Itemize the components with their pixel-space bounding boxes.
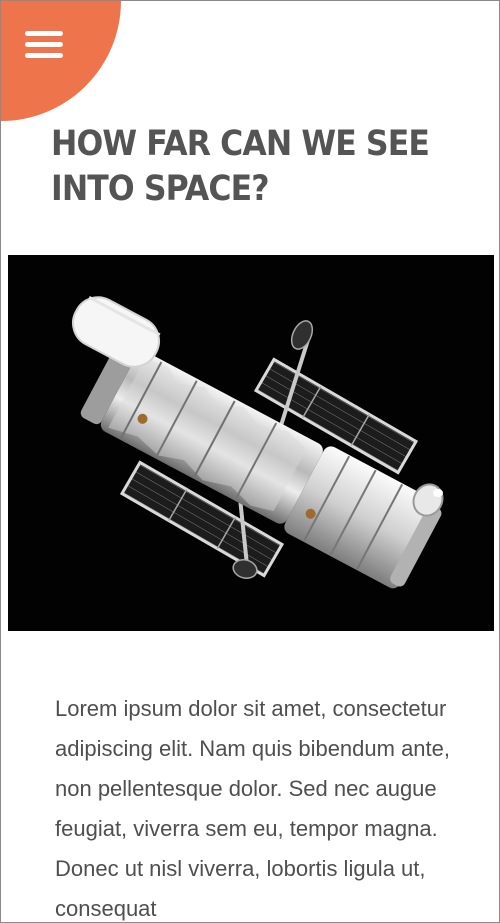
page-title: HOW FAR CAN WE SEE INTO SPACE? bbox=[51, 124, 430, 209]
hubble-telescope-image bbox=[8, 255, 494, 631]
hamburger-menu-icon[interactable] bbox=[25, 31, 63, 59]
menu-button[interactable] bbox=[1, 1, 121, 121]
page-frame: HOW FAR CAN WE SEE INTO SPACE? Lorem ips… bbox=[0, 0, 500, 923]
article-body: Lorem ipsum dolor sit amet, consectetur … bbox=[55, 696, 451, 921]
hero-image bbox=[8, 255, 494, 631]
